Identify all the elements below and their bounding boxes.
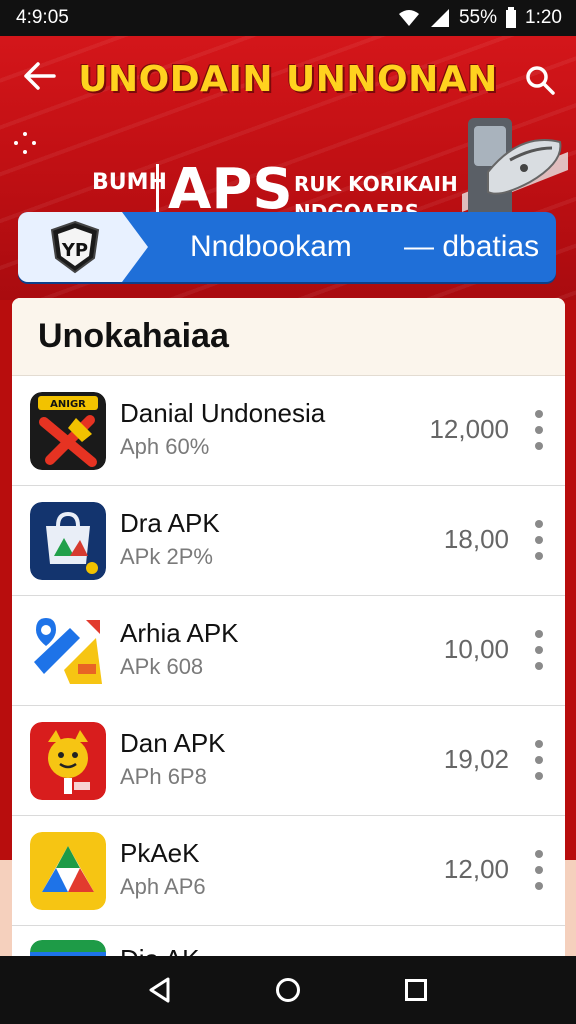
wifi-icon xyxy=(397,8,421,28)
app-name: Dan APK xyxy=(120,728,226,758)
more-options-icon[interactable] xyxy=(527,516,551,564)
back-arrow-icon xyxy=(24,62,56,90)
list-item[interactable]: Dra APK APk 2P% 18,00 xyxy=(12,486,565,596)
app-subtitle: Aph 60% xyxy=(120,434,210,459)
map-pin-icon xyxy=(30,612,106,690)
app-subtitle: APk 2P% xyxy=(120,544,213,569)
status-bar: 4:9:05 55% 1:20 xyxy=(0,0,576,36)
battery-icon xyxy=(505,7,517,29)
list-item[interactable]: Arhia APK APk 608 10,00 xyxy=(12,596,565,706)
app-list-panel: Unokahaiaa ANIGR Danial Undonesia Aph 60… xyxy=(12,298,565,960)
navigation-bar xyxy=(0,956,576,1024)
tools-icon: ANIGR xyxy=(30,392,106,470)
home-circle-icon xyxy=(276,978,300,1002)
back-button[interactable] xyxy=(20,56,60,96)
drive-icon xyxy=(30,832,106,910)
tab-dbatias[interactable]: — dbatias xyxy=(404,228,539,266)
app-count: 10,00 xyxy=(443,634,509,664)
sparkle-icon xyxy=(14,132,36,154)
nav-home-button[interactable] xyxy=(264,966,312,1014)
tab-logo-text: YP xyxy=(61,240,88,261)
shield-logo-icon[interactable]: YP xyxy=(48,220,102,274)
banner-divider xyxy=(156,164,159,218)
app-count: 19,02 xyxy=(443,744,509,774)
app-icon-label: ANIGR xyxy=(50,399,86,410)
more-options-icon[interactable] xyxy=(527,406,551,454)
battery-percent: 55% xyxy=(458,7,498,28)
cat-icon xyxy=(30,722,106,800)
app-subtitle: APk 608 xyxy=(120,654,204,679)
app-name: Arhia APK xyxy=(120,618,239,648)
app-list: ANIGR Danial Undonesia Aph 60% 12,000 Dr… xyxy=(12,376,565,960)
back-triangle-icon xyxy=(149,977,170,1003)
app-count: 12,000 xyxy=(429,414,509,444)
app-count: 12,00 xyxy=(443,854,509,884)
list-title: Unokahaiaa xyxy=(38,317,229,355)
search-icon xyxy=(526,66,555,95)
more-options-icon[interactable] xyxy=(527,626,551,674)
list-item[interactable]: ANIGR Danial Undonesia Aph 60% 12,000 xyxy=(12,376,565,486)
status-icons: 55% 1:20 xyxy=(397,7,562,29)
app-count: 18,00 xyxy=(443,524,509,554)
recents-square-icon xyxy=(405,979,427,1001)
tab-nndbookam[interactable]: Nndbookam xyxy=(190,228,352,266)
list-header: Unokahaiaa xyxy=(12,298,565,376)
app-subtitle: Aph AP6 xyxy=(120,874,206,899)
app-subtitle: APh 6P8 xyxy=(120,764,207,789)
bag-icon xyxy=(30,502,106,580)
more-options-icon[interactable] xyxy=(527,736,551,784)
status-time-left: 4:9:05 xyxy=(16,7,69,28)
signal-icon xyxy=(429,8,451,28)
status-time-right: 1:20 xyxy=(525,7,562,28)
app-name: PkAeK xyxy=(120,838,200,868)
list-item[interactable]: Dan APK APh 6P8 19,02 xyxy=(12,706,565,816)
search-button[interactable] xyxy=(518,58,562,102)
nav-recents-button[interactable] xyxy=(392,966,440,1014)
more-options-icon[interactable] xyxy=(527,846,551,894)
app-name: Dra APK xyxy=(120,508,220,538)
nav-back-button[interactable] xyxy=(136,966,184,1014)
app-name: Danial Undonesia xyxy=(120,398,326,428)
app-title: UNODAIN UNNONAN xyxy=(78,59,498,100)
banner-sub-line-1: RUK KORIKAIH xyxy=(294,172,458,196)
list-item[interactable]: PkAeK Aph AP6 12,00 xyxy=(12,816,565,926)
list-item[interactable]: Dia AK xyxy=(12,926,565,960)
category-tab-bar: YP Nndbookam — dbatias xyxy=(18,212,556,282)
